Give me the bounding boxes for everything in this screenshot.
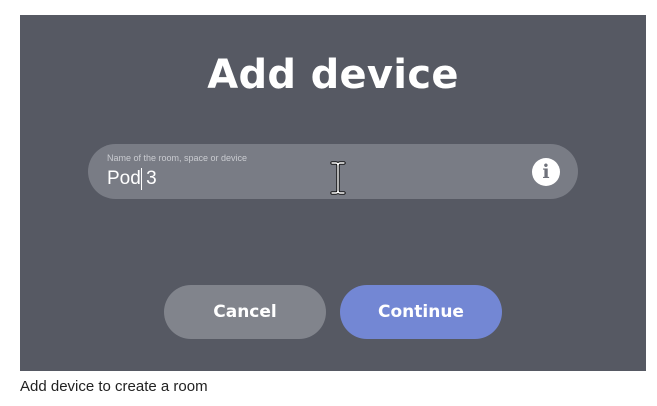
image-caption: Add device to create a room: [20, 378, 208, 395]
device-name-label: Name of the room, space or device: [107, 153, 248, 163]
info-icon[interactable]: i: [532, 158, 560, 186]
device-name-input[interactable]: [107, 166, 507, 192]
device-name-field[interactable]: Name of the room, space or device i: [88, 144, 578, 199]
ibeam-cursor-icon: [330, 161, 346, 195]
continue-button[interactable]: Continue: [340, 285, 502, 339]
text-caret: [141, 168, 142, 190]
page-title: Add device: [207, 52, 459, 98]
cancel-button[interactable]: Cancel: [164, 285, 326, 339]
add-device-screen: Add device Name of the room, space or de…: [20, 15, 646, 371]
